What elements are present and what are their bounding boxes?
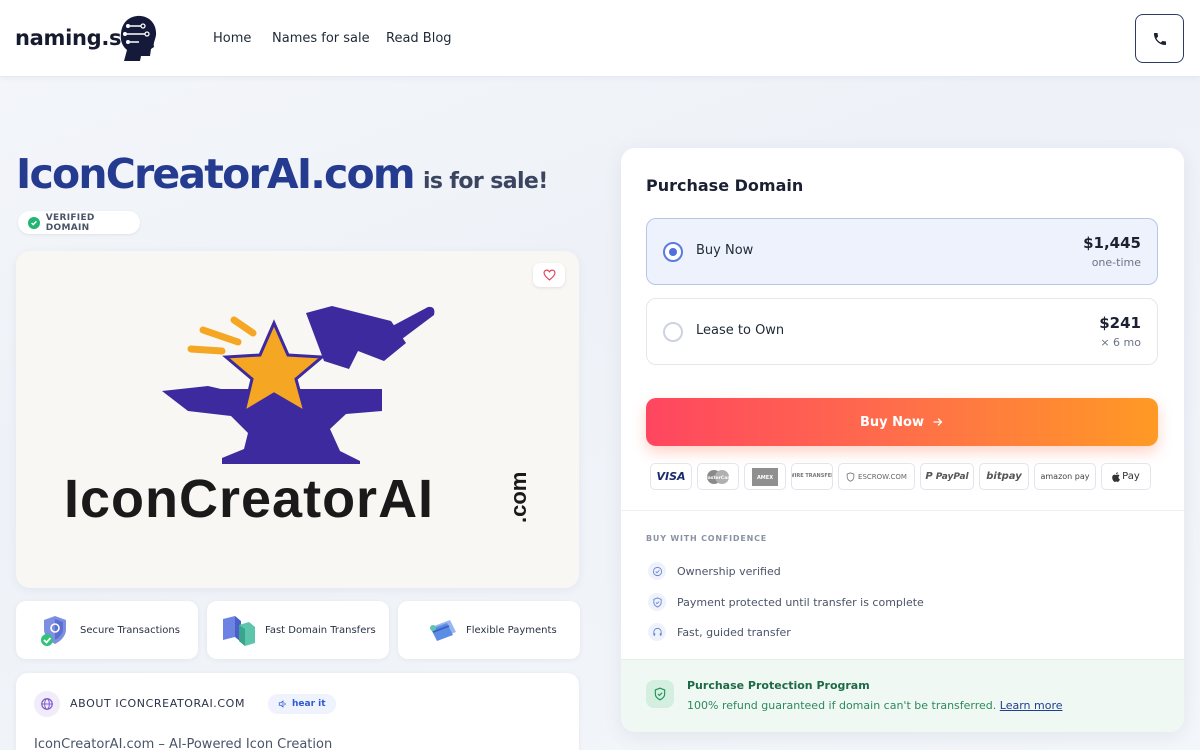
- amazon-pay-logo: amazon pay: [1034, 463, 1096, 490]
- feature-label: Fast Domain Transfers: [265, 624, 376, 636]
- brand-head-icon[interactable]: [119, 14, 159, 62]
- protection-text: 100% refund guaranteed if domain can't b…: [687, 699, 1063, 712]
- shield-check-icon: [646, 680, 674, 708]
- amex-logo: AMEX: [744, 463, 786, 490]
- confidence-text: Fast, guided transfer: [677, 625, 791, 639]
- globe-icon: [34, 691, 60, 717]
- protection-description: 100% refund guaranteed if domain can't b…: [687, 699, 997, 712]
- hear-it-button[interactable]: hear it: [268, 694, 336, 714]
- credit-card-icon: [430, 620, 456, 641]
- option-lease-to-own[interactable]: Lease to Own $241 × 6 mo: [646, 298, 1158, 365]
- headset-icon: [648, 623, 666, 641]
- purchase-title: Purchase Domain: [646, 176, 804, 195]
- brand-name[interactable]: naming.si: [15, 26, 128, 50]
- panel-divider: [621, 510, 1184, 511]
- escrow-label: ESCROW.COM: [858, 472, 907, 481]
- option-term: × 6 mo: [1100, 336, 1141, 349]
- radio-lease-to-own[interactable]: [663, 322, 683, 342]
- option-price: $241: [1099, 314, 1141, 332]
- option-label: Lease to Own: [696, 323, 785, 338]
- mastercard-logo: MasterCard: [697, 463, 739, 490]
- phone-button[interactable]: [1135, 14, 1184, 63]
- escrow-logo: ESCROW.COM: [838, 463, 915, 490]
- shield-check-icon: [41, 616, 66, 646]
- domain-logo-card: IconCreatorAI .com: [16, 251, 579, 588]
- option-price: $1,445: [1083, 234, 1141, 252]
- apple-pay-logo: Pay: [1101, 463, 1151, 490]
- buy-now-button[interactable]: Buy Now: [646, 398, 1158, 446]
- confidence-heading: BUY WITH CONFIDENCE: [646, 534, 768, 543]
- paypal-label: PayPal: [935, 471, 969, 482]
- purchase-protection-banner: Purchase Protection Program 100% refund …: [621, 659, 1184, 732]
- nav-names-for-sale[interactable]: Names for sale: [272, 31, 370, 46]
- feature-fast-transfers: Fast Domain Transfers: [207, 601, 389, 659]
- nav-read-blog[interactable]: Read Blog: [386, 31, 452, 46]
- protection-title: Purchase Protection Program: [687, 679, 870, 692]
- domain-name: IconCreatorAI.com: [16, 150, 416, 198]
- learn-more-link[interactable]: Learn more: [1000, 699, 1063, 712]
- apple-icon: [1112, 471, 1121, 482]
- verified-label: VERIFIED DOMAIN: [45, 212, 95, 233]
- site-header: naming.si Home Names for sale Read Blog: [0, 0, 1200, 77]
- page-title: IconCreatorAI.com is for sale!: [16, 150, 548, 198]
- feature-secure-transactions: Secure Transactions: [16, 601, 198, 659]
- paypal-logo: P PayPal: [920, 463, 974, 490]
- confidence-text: Ownership verified: [677, 564, 781, 578]
- shield-icon: [648, 593, 666, 611]
- buy-now-label: Buy Now: [860, 414, 924, 430]
- purchase-panel: Purchase Domain Buy Now $1,445 one-time …: [621, 148, 1184, 732]
- logo-wordmark: IconCreatorAI: [64, 469, 434, 529]
- bitpay-logo: bitpay: [979, 463, 1029, 490]
- feature-flexible-payments: Flexible Payments: [398, 601, 580, 659]
- paypal-p-icon: P: [925, 471, 933, 482]
- verified-domain-badge: VERIFIED DOMAIN: [18, 211, 140, 234]
- arrow-right-icon: [933, 418, 943, 426]
- option-buy-now[interactable]: Buy Now $1,445 one-time: [646, 218, 1158, 285]
- payment-methods: VISA MasterCard AMEX WIRE TRANSFER ESCRO…: [650, 463, 1151, 490]
- confidence-item: Ownership verified: [648, 562, 781, 580]
- confidence-text: Payment protected until transfer is comp…: [677, 595, 924, 609]
- radio-buy-now[interactable]: [663, 242, 683, 262]
- confidence-item: Fast, guided transfer: [648, 623, 791, 641]
- amex-text: AMEX: [757, 475, 773, 481]
- visa-logo: VISA: [650, 463, 692, 490]
- option-label: Buy Now: [696, 243, 754, 258]
- for-sale-text: is for sale!: [422, 169, 548, 194]
- wire-transfer-logo: WIRE TRANSFER: [791, 463, 833, 490]
- mastercard-text: MasterCard: [703, 475, 732, 481]
- transfer-icon: [223, 616, 255, 646]
- check-icon: [28, 216, 40, 229]
- nav-home[interactable]: Home: [213, 31, 251, 46]
- about-card: ABOUT ICONCREATORAI.COM hear it IconCrea…: [16, 673, 579, 750]
- anvil-star-hammer-logo: IconCreatorAI .com: [64, 306, 531, 529]
- about-heading: ABOUT ICONCREATORAI.COM: [70, 697, 246, 710]
- phone-icon: [1153, 32, 1166, 45]
- apple-pay-label: Pay: [1122, 471, 1140, 482]
- feature-label: Flexible Payments: [466, 624, 557, 636]
- option-term: one-time: [1091, 256, 1141, 269]
- check-circle-icon: [648, 562, 666, 580]
- hear-it-label: hear it: [292, 699, 326, 709]
- logo-tld: .com: [506, 472, 531, 523]
- feature-label: Secure Transactions: [80, 624, 180, 636]
- speaker-icon: [278, 700, 286, 708]
- about-subtitle: IconCreatorAI.com – AI-Powered Icon Crea…: [34, 737, 333, 750]
- escrow-shield-icon: [846, 471, 855, 482]
- confidence-item: Payment protected until transfer is comp…: [648, 593, 924, 611]
